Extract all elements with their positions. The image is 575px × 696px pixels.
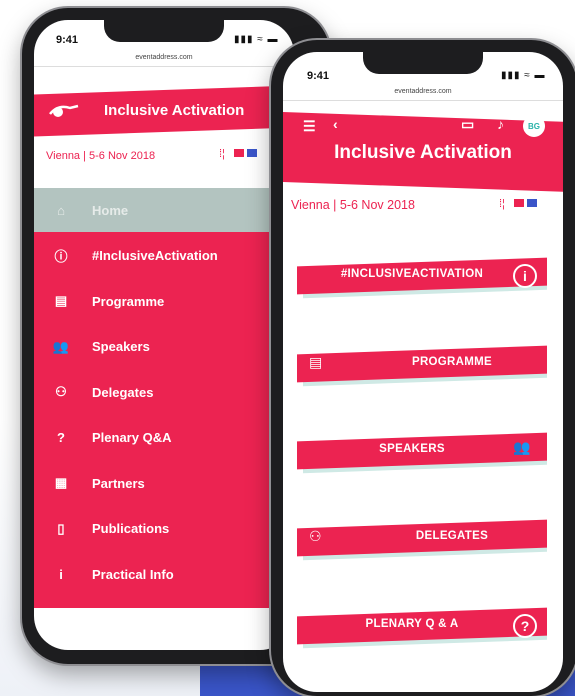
calendar-icon: ▤ <box>309 354 323 370</box>
tile-button[interactable]: DELEGATES ⚇ <box>297 519 547 561</box>
menu-item[interactable]: i Practical Info <box>34 552 294 596</box>
status-time: 9:41 <box>56 34 79 46</box>
menu-item-label: Home <box>92 202 129 218</box>
info-icon: i <box>513 264 537 288</box>
menu-item-label: #InclusiveActivation <box>92 248 218 263</box>
phone-right: 9:41 ▮▮▮ ≈ ▬ eventaddress.com ☰ ‹ ▭ ♪ BG… <box>271 40 575 696</box>
sponsor-logos: ⁞¦ <box>219 148 258 160</box>
url-bar[interactable]: eventaddress.com <box>34 54 294 61</box>
status-icons: ▮▮▮ ≈ ▬ <box>234 34 279 45</box>
back-chevron-icon[interactable]: ‹ <box>333 116 338 132</box>
menu-item[interactable]: ▤ Programme <box>34 279 294 323</box>
calendar-icon: ▤ <box>54 293 68 308</box>
menu-item-label: Partners <box>92 475 145 491</box>
phone-left-screen: 9:41 ▮▮▮ ≈ ▬ eventaddress.com Inclusive … <box>34 20 294 650</box>
avatar[interactable]: BG <box>523 115 545 137</box>
people-icon: 👥 <box>513 439 531 455</box>
menu-item[interactable]: ⓘ #InclusiveActivation <box>34 234 294 278</box>
menu-item-label: Publications <box>92 521 170 536</box>
document-icon: ▯ <box>57 520 65 536</box>
menu-item[interactable]: ⚇ Delegates <box>34 370 294 414</box>
people-outline-icon: ⚇ <box>55 384 67 399</box>
terms-link[interactable]: Terms & Conditions <box>34 624 294 634</box>
menu-item-label: Practical Info <box>92 566 174 582</box>
sponsor-logos: ⁞¦ <box>499 198 538 210</box>
people-icon: 👥 <box>52 338 70 354</box>
question-icon: ? <box>57 430 65 445</box>
menu-item-label: Plenary Q&A <box>92 430 172 445</box>
chat-icon[interactable]: ▭ <box>461 116 474 133</box>
tile-label: #INCLUSIVEACTIVATION <box>340 268 484 280</box>
event-subtitle: Vienna | 5-6 Nov 2018 <box>46 150 156 162</box>
organization-logo <box>49 104 79 117</box>
url-divider <box>283 100 563 101</box>
home-icon: ⌂ <box>57 202 65 218</box>
building-icon: ▦ <box>54 475 68 490</box>
question-icon: ? <box>513 614 537 638</box>
hamburger-menu-icon[interactable]: ☰ <box>303 118 316 135</box>
info-filled-icon: i <box>59 566 63 582</box>
menu-item[interactable]: 👥 Speakers <box>34 325 294 369</box>
tile-label: SPEAKERS <box>379 443 445 455</box>
tile-button[interactable]: PLENARY Q & A? <box>297 607 547 649</box>
tile-button[interactable]: PROGRAMME ▤ <box>297 345 547 387</box>
status-time: 9:41 <box>307 70 330 82</box>
tile-label: PROGRAMME <box>411 356 492 368</box>
url-bar[interactable]: eventaddress.com <box>283 88 563 95</box>
status-icons: ▮▮▮ ≈ ▬ <box>501 70 546 81</box>
url-divider <box>34 66 294 67</box>
menu-item-label: Delegates <box>92 384 154 400</box>
event-subtitle: Vienna | 5-6 Nov 2018 <box>291 198 415 212</box>
menu-item-label: Programme <box>92 293 165 309</box>
event-title: Inclusive Activation <box>334 142 512 163</box>
bell-icon[interactable]: ♪ <box>497 116 504 132</box>
phone-right-screen: 9:41 ▮▮▮ ≈ ▬ eventaddress.com ☰ ‹ ▭ ♪ BG… <box>283 52 563 692</box>
side-menu: ⌂ Home ⓘ #InclusiveActivation ▤ Programme 👥 Spe… <box>34 188 294 608</box>
tile-label: PLENARY Q & A <box>365 618 459 630</box>
event-title: Inclusive Activation <box>104 102 245 119</box>
menu-item[interactable]: ⌂ Home <box>34 188 294 232</box>
people-outline-icon: ⚇ <box>309 528 322 544</box>
notch <box>104 20 224 42</box>
menu-item[interactable]: ? Plenary Q&A <box>34 416 294 460</box>
notch <box>363 52 483 74</box>
tile-button[interactable]: SPEAKERS 👥 <box>297 432 547 474</box>
tile-label: DELEGATES <box>415 530 489 542</box>
menu-item[interactable]: ▯ Publications <box>34 507 294 551</box>
info-icon: ⓘ <box>54 249 68 264</box>
menu-item[interactable]: ▦ Partners <box>34 461 294 505</box>
tile-button[interactable]: #INCLUSIVEACTIVATION i <box>297 257 547 299</box>
menu-item-label: Speakers <box>92 339 150 354</box>
